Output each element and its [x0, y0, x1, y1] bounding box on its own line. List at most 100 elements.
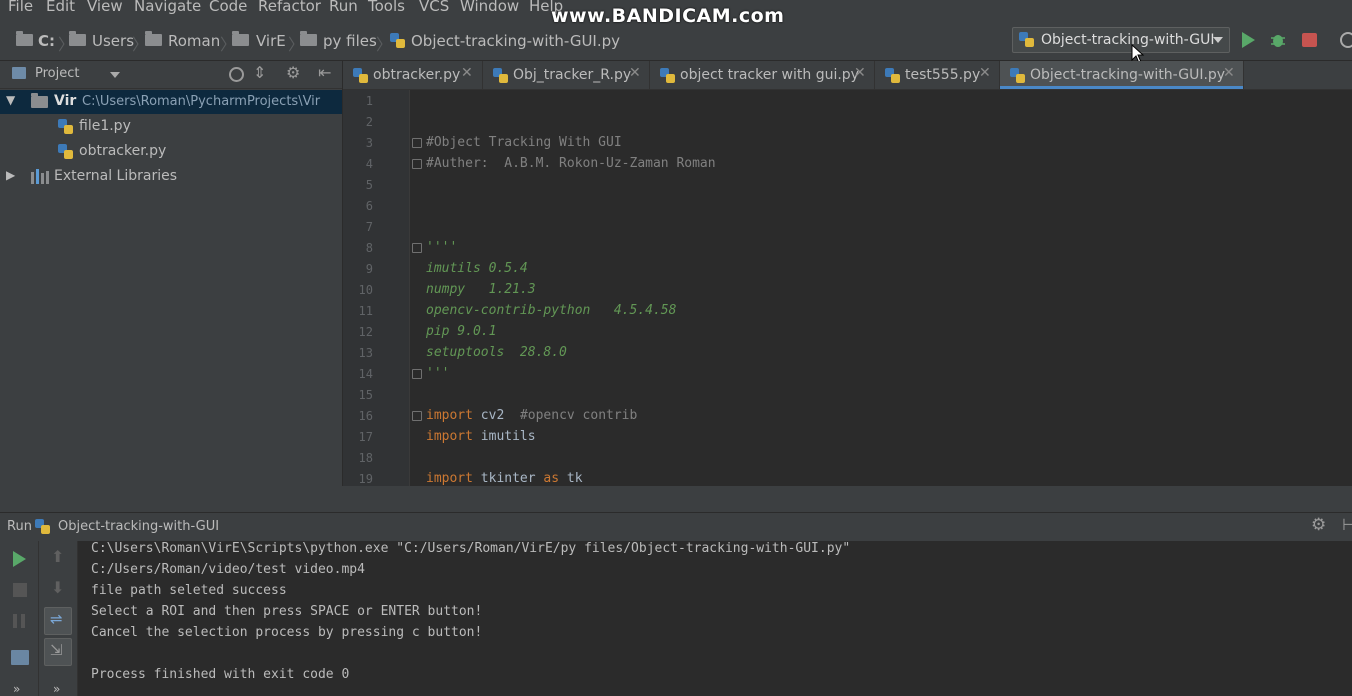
chevron-right-icon: 〉 [132, 35, 149, 54]
line-number: 10 [358, 283, 373, 297]
breadcrumb-roman[interactable]: Roman [168, 32, 220, 50]
run-icon[interactable] [1242, 32, 1255, 48]
tab-label: Obj_tracker_R.py [513, 67, 632, 83]
fold-icon[interactable] [412, 243, 422, 253]
tab-obtracker[interactable]: obtracker.py ✕ [343, 61, 483, 89]
fold-icon[interactable] [412, 369, 422, 379]
tab-obj-tracker-r[interactable]: Obj_tracker_R.py ✕ [483, 61, 650, 89]
debug-icon[interactable] [1270, 32, 1286, 48]
run-toolbar-left: » [0, 541, 39, 696]
panel-divider[interactable] [0, 486, 1352, 512]
line-number: 15 [358, 388, 373, 402]
breadcrumb-users[interactable]: Users [92, 32, 134, 50]
run-panel-config[interactable]: Object-tracking-with-GUI [58, 519, 219, 534]
code-line-14: ''' [426, 366, 450, 381]
breadcrumb-py-files[interactable]: py files [323, 32, 377, 50]
locate-icon[interactable] [229, 67, 244, 82]
tree-item-file1[interactable]: file1.py [79, 118, 131, 134]
stop-icon[interactable] [13, 583, 27, 597]
menu-code[interactable]: Code [209, 0, 247, 15]
project-tree [0, 89, 342, 511]
code-line-10: numpy 1.21.3 [426, 282, 536, 297]
tab-test555[interactable]: test555.py ✕ [875, 61, 1000, 89]
run-panel-label[interactable]: Run [7, 519, 32, 534]
chevron-down-icon[interactable]: ▼ [6, 93, 15, 107]
line-number: 11 [358, 304, 373, 318]
folder-icon [300, 31, 317, 46]
rerun-icon[interactable] [13, 551, 26, 567]
scroll-end-icon: ⇲ [50, 641, 63, 659]
menu-window[interactable]: Window [460, 0, 519, 15]
close-icon[interactable]: ✕ [979, 65, 991, 81]
chevron-down-icon [1213, 37, 1223, 43]
chevron-right-icon: 〉 [58, 35, 75, 54]
collapse-all-icon[interactable]: ⇕ [253, 63, 266, 82]
tab-label: obtracker.py [373, 67, 461, 83]
run-configuration-select[interactable]: Object-tracking-with-GUI [1012, 27, 1230, 53]
code-line-11: opencv-contrib-python 4.5.4.58 [426, 303, 677, 318]
folder-icon [31, 93, 48, 108]
gear-icon[interactable]: ⚙ [286, 63, 300, 82]
line-number: 18 [358, 451, 373, 465]
project-panel-title[interactable]: Project [35, 66, 79, 81]
code-line-19: import tkinter as tk [426, 471, 583, 486]
close-icon[interactable]: ✕ [854, 65, 866, 81]
fold-icon[interactable] [412, 159, 422, 169]
fold-icon[interactable] [412, 411, 422, 421]
close-icon[interactable]: ✕ [1223, 65, 1235, 81]
line-number: 2 [365, 115, 373, 129]
arrow-up-icon[interactable]: ⬆ [51, 547, 64, 566]
line-number: 6 [365, 199, 373, 213]
line-number: 13 [358, 346, 373, 360]
gear-icon[interactable]: ⚙ [1311, 515, 1326, 535]
menu-tools[interactable]: Tools [368, 0, 405, 15]
menu-view[interactable]: View [87, 0, 123, 15]
soft-wrap-button[interactable]: ⇌ [44, 607, 72, 635]
python-file-icon [353, 68, 368, 83]
chevron-down-icon[interactable] [110, 72, 120, 78]
tree-item-external-libraries[interactable]: External Libraries [54, 168, 177, 184]
chevron-right-icon[interactable]: ▶ [6, 168, 15, 182]
console-line: file path seleted success [91, 583, 287, 598]
fold-icon[interactable] [412, 138, 422, 148]
python-file-icon [1019, 32, 1034, 47]
line-number: 14 [358, 367, 373, 381]
line-number: 7 [365, 220, 373, 234]
stop-icon[interactable] [1302, 33, 1317, 47]
tab-object-tracker-with-gui[interactable]: object tracker with gui.py ✕ [650, 61, 875, 89]
menu-refactor[interactable]: Refactor [258, 0, 321, 15]
line-number: 12 [358, 325, 373, 339]
python-file-icon [660, 68, 675, 83]
menu-run[interactable]: Run [329, 0, 358, 15]
hide-panel-icon[interactable]: ⊢ [1342, 515, 1352, 534]
line-number: 17 [358, 430, 373, 444]
breadcrumb-file[interactable]: Object-tracking-with-GUI.py [411, 32, 620, 50]
keyword: import [426, 408, 473, 423]
tab-object-tracking-with-gui[interactable]: Object-tracking-with-GUI.py ✕ [1000, 61, 1244, 89]
expand-icon[interactable]: » [53, 682, 60, 696]
identifier: tk [559, 471, 583, 486]
search-icon[interactable] [1340, 32, 1352, 48]
expand-icon[interactable]: » [13, 682, 20, 696]
code-line-8: '''' [426, 240, 458, 255]
breadcrumb-drive[interactable]: C: [38, 32, 55, 50]
console-line: Process finished with exit code 0 [91, 667, 350, 682]
menu-file[interactable]: File [8, 0, 33, 15]
menu-edit[interactable]: Edit [46, 0, 75, 15]
breadcrumb-vire[interactable]: VirE [256, 32, 286, 50]
hide-panel-icon[interactable]: ⇤ [318, 63, 331, 82]
console-line: C:/Users/Roman/video/test video.mp4 [91, 562, 365, 577]
recording-watermark: www.BANDICAM.com [551, 5, 785, 27]
arrow-down-icon[interactable]: ⬇ [51, 578, 64, 597]
layout-icon[interactable] [11, 650, 29, 665]
close-icon[interactable]: ✕ [461, 65, 473, 81]
menu-navigate[interactable]: Navigate [134, 0, 201, 15]
pause-icon[interactable] [13, 614, 17, 628]
tree-item-obtracker[interactable]: obtracker.py [79, 143, 166, 159]
menu-vcs[interactable]: VCS [419, 0, 449, 15]
project-root-name[interactable]: Vir [54, 93, 76, 109]
code-line-9: imutils 0.5.4 [426, 261, 528, 276]
line-number: 19 [358, 472, 373, 486]
close-icon[interactable]: ✕ [629, 65, 641, 81]
scroll-to-end-button[interactable]: ⇲ [44, 638, 72, 666]
